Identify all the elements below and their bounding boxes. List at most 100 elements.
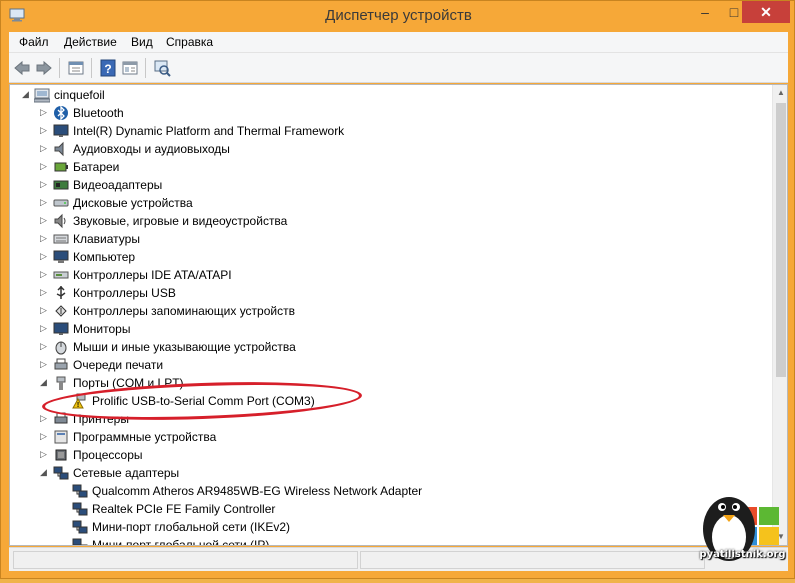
port-icon: [56, 376, 66, 390]
toolbar: ?: [9, 53, 788, 83]
tree-device-label: Мини-порт глобальной сети (IP): [92, 538, 270, 546]
device-tree[interactable]: ◢ cinquefoil ▷ Bluetooth ▷ Intel(R) Dynamic…: [9, 84, 788, 546]
software-device-icon: [54, 430, 68, 444]
site-logo: pyatilistnik.org: [689, 477, 795, 580]
expand-icon[interactable]: ▷: [40, 180, 49, 189]
network-icon: [53, 466, 69, 480]
expand-icon[interactable]: ▷: [40, 216, 49, 225]
vertical-scrollbar[interactable]: ▲ ▼: [772, 85, 787, 545]
expand-icon[interactable]: ▷: [40, 360, 49, 369]
tree-device[interactable]: Qualcomm Atheros AR9485WB-EG Wireless Ne…: [10, 482, 770, 500]
expand-icon[interactable]: ▷: [40, 414, 49, 423]
tree-category[interactable]: ◢ Порты (COM и LPT): [10, 374, 770, 392]
computer-icon: [53, 250, 69, 263]
tree-category[interactable]: ▷ Принтеры: [10, 410, 770, 428]
tree-category[interactable]: ▷ Контроллеры USB: [10, 284, 770, 302]
tree-device[interactable]: Мини-порт глобальной сети (IP): [10, 536, 770, 546]
print-queue-icon: [54, 358, 68, 370]
expand-icon[interactable]: ▷: [40, 450, 49, 459]
tree-category[interactable]: ▷ Intel(R) Dynamic Platform and Thermal F…: [10, 122, 770, 140]
tree-category[interactable]: ▷ Контроллеры запоминающих устройств: [10, 302, 770, 320]
tree-category[interactable]: ▷ Компьютер: [10, 248, 770, 266]
expand-icon[interactable]: ▷: [40, 324, 49, 333]
collapse-icon[interactable]: ◢: [40, 378, 49, 387]
tree-device[interactable]: Realtek PCIe FE Family Controller: [10, 500, 770, 518]
details-icon[interactable]: [121, 59, 139, 77]
tree-category[interactable]: ▷ Батареи: [10, 158, 770, 176]
menu-view[interactable]: Вид: [131, 35, 153, 49]
properties-icon[interactable]: [67, 59, 85, 77]
tree-category[interactable]: ▷ Очереди печати: [10, 356, 770, 374]
expand-icon[interactable]: ▷: [40, 198, 49, 207]
tree-category[interactable]: ▷ Контроллеры IDE ATA/ATAPI: [10, 266, 770, 284]
collapse-icon[interactable]: ◢: [22, 90, 31, 99]
menu-help[interactable]: Справка: [166, 35, 213, 49]
expand-icon[interactable]: ▷: [40, 234, 49, 243]
menu-action[interactable]: Действие: [64, 35, 117, 49]
logo-text: pyatilistnik.org: [699, 549, 786, 560]
expand-icon[interactable]: ▷: [40, 288, 49, 297]
expand-icon[interactable]: ▷: [40, 306, 49, 315]
disk-icon: [53, 199, 69, 207]
monitor-icon: [53, 322, 69, 335]
help-icon[interactable]: ?: [99, 59, 117, 77]
status-cell: [360, 551, 705, 569]
expand-icon[interactable]: ▷: [40, 342, 49, 351]
expand-icon[interactable]: ▷: [40, 252, 49, 261]
network-icon: [72, 484, 88, 498]
tree-category-label: Контроллеры запоминающих устройств: [73, 304, 295, 318]
scrollbar-thumb[interactable]: [776, 103, 786, 377]
tree-category-label: Батареи: [73, 160, 120, 174]
tree-category[interactable]: ▷ Дисковые устройства: [10, 194, 770, 212]
scan-hardware-icon[interactable]: [153, 59, 171, 77]
usb-icon: [56, 285, 66, 299]
tree-category[interactable]: ▷ Мониторы: [10, 320, 770, 338]
minimize-button[interactable]: –: [691, 1, 719, 23]
collapse-icon[interactable]: ◢: [40, 468, 49, 477]
status-bar: [9, 547, 788, 571]
tree-category[interactable]: ▷ Аудиовходы и аудиовыходы: [10, 140, 770, 158]
tree-category[interactable]: ▷ Видеоадаптеры: [10, 176, 770, 194]
tree-device-label: Мини-порт глобальной сети (IKEv2): [92, 520, 291, 534]
menu-file[interactable]: Файл: [19, 35, 49, 49]
tree-device[interactable]: ! Prolific USB-to-Serial Comm Port (COM3): [10, 392, 770, 410]
processor-icon: [55, 449, 67, 461]
network-icon: [72, 538, 88, 545]
expand-icon[interactable]: ▷: [40, 162, 49, 171]
tree-root-label: cinquefoil: [54, 88, 105, 102]
expand-icon[interactable]: ▷: [40, 144, 49, 153]
title-bar[interactable]: Диспетчер устройств – □ ✕: [1, 1, 795, 31]
tree-category[interactable]: ▷ Bluetooth: [10, 104, 770, 122]
tree-root[interactable]: ◢ cinquefoil: [10, 86, 770, 104]
tree-category[interactable]: ▷ Процессоры: [10, 446, 770, 464]
forward-icon[interactable]: [35, 59, 53, 77]
tree-category[interactable]: ▷ Звуковые, игровые и видеоустройства: [10, 212, 770, 230]
expand-icon[interactable]: ▷: [40, 126, 49, 135]
menu-bar: Файл Действие Вид Справка: [9, 32, 788, 53]
window-title: Диспетчер устройств: [325, 7, 472, 24]
expand-icon[interactable]: ▷: [40, 270, 49, 279]
tree-category[interactable]: ▷ Мыши и иные указывающие устройства: [10, 338, 770, 356]
ide-icon: [53, 271, 69, 279]
speaker-icon: [54, 141, 64, 157]
tree-category-label: Видеоадаптеры: [73, 178, 163, 192]
scroll-up-icon[interactable]: ▲: [773, 85, 787, 101]
expand-icon[interactable]: ▷: [40, 432, 49, 441]
tree-category-label: Процессоры: [73, 448, 143, 462]
tree-category-label: Компьютер: [73, 250, 136, 264]
back-icon[interactable]: [13, 59, 31, 77]
tree-category[interactable]: ◢ Сетевые адаптеры: [10, 464, 770, 482]
storage-icon: [55, 305, 67, 317]
tree-category-label: Порты (COM и LPT): [73, 376, 184, 390]
close-button[interactable]: ✕: [742, 1, 790, 23]
network-icon: [72, 502, 88, 516]
tree-category[interactable]: ▷ Программные устройства: [10, 428, 770, 446]
tree-device[interactable]: Мини-порт глобальной сети (IKEv2): [10, 518, 770, 536]
tree-category-label: Принтеры: [73, 412, 129, 426]
tree-category-label: Bluetooth: [73, 106, 124, 120]
tree-category[interactable]: ▷ Клавиатуры: [10, 230, 770, 248]
tree-category-label: Мыши и иные указывающие устройства: [73, 340, 296, 354]
expand-icon[interactable]: ▷: [40, 108, 49, 117]
tree-category-label: Программные устройства: [73, 430, 217, 444]
tree-category-label: Аудиовходы и аудиовыходы: [73, 142, 230, 156]
